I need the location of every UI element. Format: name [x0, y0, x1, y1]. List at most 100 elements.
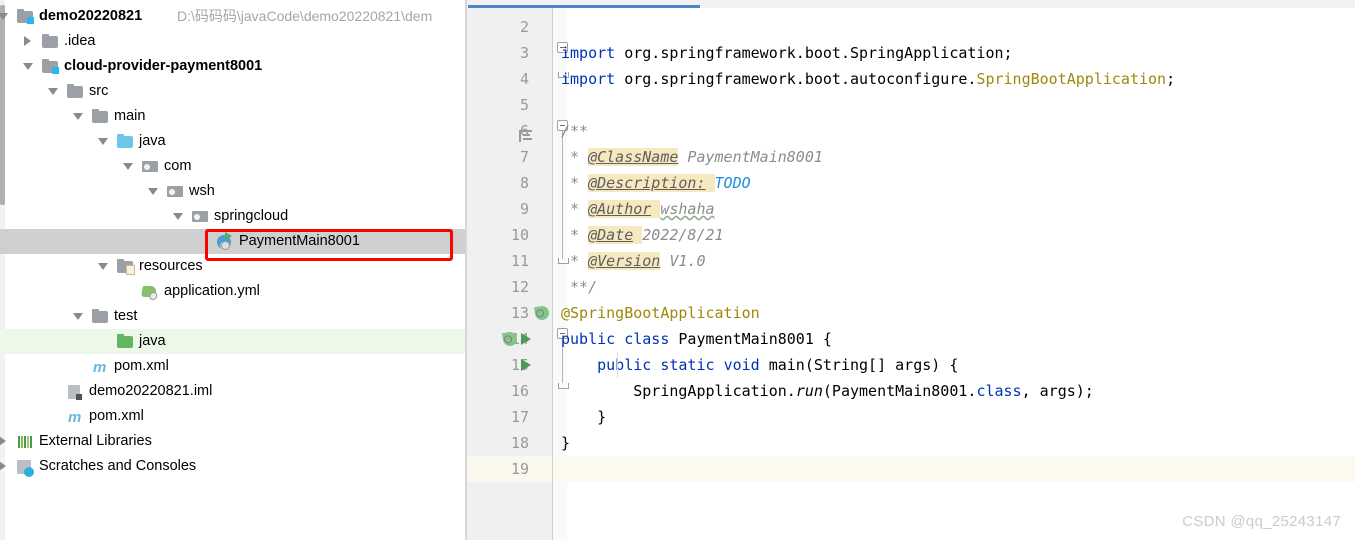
code-token: @SpringBootApplication — [561, 304, 760, 322]
code-token: (PaymentMain8001. — [822, 382, 977, 400]
tree-node-label: resources — [139, 258, 203, 274]
module-folder-icon — [42, 58, 59, 74]
tree-node-label: wsh — [189, 183, 215, 199]
chevron-down-icon[interactable] — [98, 263, 108, 270]
code-token — [633, 226, 643, 244]
code-token: * — [561, 226, 589, 244]
tree-node-label: com — [164, 158, 192, 174]
indent-guide — [617, 352, 618, 378]
tree-node-icon — [141, 284, 158, 299]
chevron-down-icon[interactable] — [48, 88, 58, 95]
code-line[interactable]: 17 } — [467, 404, 1355, 430]
run-icon[interactable] — [521, 333, 531, 345]
code-line[interactable]: 7 * @ClassName PaymentMain8001 — [467, 144, 1355, 170]
tree-node-label: cloud-provider-payment8001 — [64, 58, 263, 74]
tree-node-label: Scratches and Consoles — [39, 458, 197, 474]
code-line-text: } — [561, 430, 570, 456]
code-token: } — [561, 434, 571, 452]
chevron-down-icon[interactable] — [148, 188, 158, 195]
code-line[interactable]: 15 public static void main(String[] args… — [467, 352, 1355, 378]
code-line-text: * @ClassName PaymentMain8001 — [561, 144, 823, 170]
tree-node-label: demo20220821.iml — [89, 383, 213, 399]
tree-node-label: java — [139, 333, 166, 349]
code-line[interactable]: 4 import org.springframework.boot.autocon… — [467, 66, 1355, 92]
tree-node-label: application.yml — [164, 283, 260, 299]
tree-node-icon — [67, 83, 83, 99]
code-token: import — [561, 70, 616, 88]
line-number: 9 — [519, 200, 529, 218]
code-token: SpringApplication. — [561, 382, 796, 400]
code-token: /** — [561, 122, 589, 140]
code-line[interactable]: 13 @SpringBootApplication — [467, 300, 1355, 326]
code-line[interactable]: 11 * @Version V1.0 — [467, 248, 1355, 274]
code-line-text: public class PaymentMain8001 { — [561, 326, 832, 352]
package-icon — [142, 161, 158, 172]
code-line[interactable]: 5 — [467, 92, 1355, 118]
code-token: PaymentMain8001 — [678, 148, 823, 166]
chevron-right-icon[interactable] — [0, 436, 6, 446]
chevron-right-icon[interactable] — [0, 461, 6, 471]
code-line[interactable]: 9 * @Author wshaha — [467, 196, 1355, 222]
chevron-down-icon[interactable] — [123, 163, 133, 170]
code-token: 2022/8/21 — [642, 226, 724, 244]
code-token: public — [561, 330, 616, 348]
tree-node-icon — [17, 434, 33, 449]
chevron-down-icon[interactable] — [173, 213, 183, 220]
tree-node-icon: m — [92, 359, 108, 375]
code-line[interactable]: 6/** — [467, 118, 1355, 144]
tree-node-label: PaymentMain8001 — [239, 233, 360, 249]
chevron-down-icon[interactable] — [23, 63, 33, 70]
code-line-text: } — [561, 404, 606, 430]
code-token: public — [597, 356, 652, 374]
code-line[interactable]: 10 * @Date 2022/8/21 — [467, 222, 1355, 248]
tree-node-label: springcloud — [214, 208, 289, 224]
code-token: V1.0 — [660, 252, 706, 270]
tree-node-label: main — [114, 108, 146, 124]
line-number: 7 — [519, 148, 529, 166]
tree-node-label: External Libraries — [39, 433, 152, 449]
code-editor[interactable]: 2 3 import org.springframework.boot.Spring… — [467, 0, 1355, 540]
code-line[interactable]: 18} — [467, 430, 1355, 456]
line-number: 13 — [510, 304, 529, 322]
tree-row-background — [0, 104, 467, 129]
code-line-text: @SpringBootApplication — [561, 300, 760, 326]
code-line[interactable]: 3 import org.springframework.boot.SpringA… — [467, 40, 1355, 66]
code-line-text: **/ — [561, 274, 597, 300]
code-line[interactable]: 12 **/ — [467, 274, 1355, 300]
tree-node-label: pom.xml — [89, 408, 144, 424]
code-line-text: * @Date 2022/8/21 — [561, 222, 724, 248]
documentation-lines-icon[interactable] — [519, 130, 533, 142]
code-line[interactable]: 14 public class PaymentMain8001 { — [467, 326, 1355, 352]
code-line[interactable]: 16 SpringApplication.run(PaymentMain8001… — [467, 378, 1355, 404]
resources-folder-icon — [117, 258, 135, 275]
folder-icon — [92, 108, 108, 123]
spring-yaml-icon — [141, 286, 157, 297]
run-icon[interactable] — [521, 359, 531, 371]
code-token: main(String[] args) { — [759, 356, 959, 374]
code-token: @ClassName — [588, 148, 679, 166]
module-folder-icon — [17, 8, 34, 24]
chevron-down-icon[interactable] — [73, 113, 83, 120]
code-line[interactable]: 8 * @Description: TODO — [467, 170, 1355, 196]
tree-node-icon — [117, 333, 133, 349]
code-token: TODO — [714, 174, 751, 192]
line-number: 5 — [519, 96, 529, 114]
tree-node-icon — [42, 58, 59, 74]
tree-node-icon — [192, 209, 208, 224]
chevron-right-icon[interactable] — [24, 36, 31, 46]
chevron-down-icon[interactable] — [98, 138, 108, 145]
code-line-text: * @Author wshaha — [561, 196, 715, 222]
code-token: class — [624, 330, 670, 348]
tree-node-icon — [92, 308, 108, 324]
chevron-down-icon[interactable] — [73, 313, 83, 320]
code-token: * — [561, 174, 589, 192]
code-token: @Description: — [588, 174, 706, 192]
code-token: static — [660, 356, 715, 374]
code-text-area[interactable]: 2 3 import org.springframework.boot.Spring… — [467, 8, 1355, 540]
code-line[interactable]: 2 — [467, 14, 1355, 40]
editor-tab-strip[interactable] — [467, 0, 1355, 8]
code-line[interactable]: 19 — [467, 456, 1355, 482]
code-token: PaymentMain8001 { — [669, 330, 832, 348]
chevron-down-icon[interactable] — [0, 13, 8, 20]
